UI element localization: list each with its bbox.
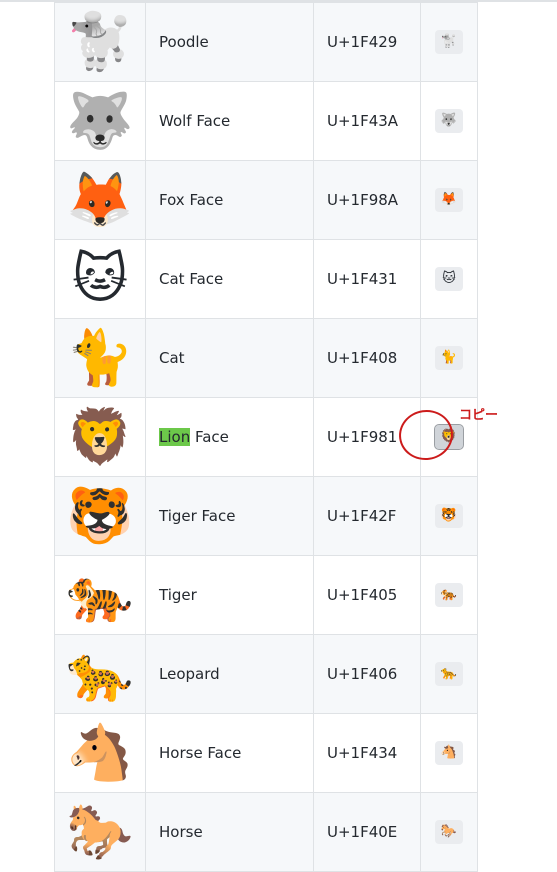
emoji-name: Cat bbox=[145, 318, 314, 398]
emoji-image-cell: 🐅 bbox=[54, 555, 146, 635]
emoji-image-cell: 🦊 bbox=[54, 160, 146, 240]
copy-cell: 🐴 bbox=[420, 713, 478, 793]
emoji-name: Tiger Face bbox=[145, 476, 314, 556]
copy-button[interactable]: 🐈 bbox=[435, 346, 463, 370]
emoji-image-cell: 🦁 bbox=[54, 397, 146, 477]
emoji-name: Cat Face bbox=[145, 239, 314, 319]
copy-cell: 🐈 bbox=[420, 318, 478, 398]
emoji-image-cell: 🐆 bbox=[54, 634, 146, 714]
tiger-face-icon: 🐯 bbox=[66, 484, 134, 547]
table-row: 🐆 Leopard U+1F406 🐆 bbox=[54, 634, 478, 714]
table-row: 🐎 Horse U+1F40E 🐎 bbox=[54, 792, 478, 872]
copy-button[interactable]: 🐴 bbox=[435, 741, 463, 765]
wolf-face-icon: 🐺 bbox=[66, 89, 134, 152]
copy-cell: 🐎 bbox=[420, 792, 478, 872]
annotation-copy-label: コピー bbox=[459, 408, 499, 423]
fox-face-icon: 🦊 bbox=[66, 168, 134, 231]
table-row: 🐯 Tiger Face U+1F42F 🐯 bbox=[54, 476, 478, 556]
emoji-image-cell: 🐴 bbox=[54, 713, 146, 793]
copy-button[interactable]: 🐆 bbox=[435, 662, 463, 686]
copy-cell: 🐅 bbox=[420, 555, 478, 635]
emoji-codepoint: U+1F406 bbox=[313, 634, 421, 714]
emoji-name: Lion Face bbox=[145, 397, 314, 477]
horse-icon: 🐎 bbox=[66, 800, 134, 863]
copy-cell: 🐩 bbox=[420, 2, 478, 82]
tiger-icon: 🐅 bbox=[66, 563, 134, 626]
copy-button[interactable]: 🐯 bbox=[435, 504, 463, 528]
copy-button[interactable]: 🐱 bbox=[435, 267, 463, 291]
table-row: 🐱 Cat Face U+1F431 🐱 bbox=[54, 239, 478, 319]
emoji-name: Poodle bbox=[145, 2, 314, 82]
emoji-image-cell: 🐎 bbox=[54, 792, 146, 872]
emoji-codepoint: U+1F434 bbox=[313, 713, 421, 793]
emoji-codepoint: U+1F431 bbox=[313, 239, 421, 319]
copy-cell: 🐆 bbox=[420, 634, 478, 714]
leopard-icon: 🐆 bbox=[66, 642, 134, 705]
table-row: 🐅 Tiger U+1F405 🐅 bbox=[54, 555, 478, 635]
lion-face-icon: 🦁 bbox=[66, 405, 134, 468]
cat-face-icon: 🐱 bbox=[71, 247, 129, 310]
emoji-codepoint: U+1F405 bbox=[313, 555, 421, 635]
emoji-name: Fox Face bbox=[145, 160, 314, 240]
copy-button[interactable]: 🐅 bbox=[435, 583, 463, 607]
copy-cell: 🐺 bbox=[420, 81, 478, 161]
copy-cell: 🐱 bbox=[420, 239, 478, 319]
copy-button[interactable]: 🐺 bbox=[435, 109, 463, 133]
copy-cell: 🐯 bbox=[420, 476, 478, 556]
copy-button[interactable]: 🦊 bbox=[435, 188, 463, 212]
table-row: 🐩 Poodle U+1F429 🐩 bbox=[54, 2, 478, 82]
emoji-image-cell: 🐺 bbox=[54, 81, 146, 161]
emoji-name-rest: Face bbox=[190, 428, 229, 446]
table-row: 🐴 Horse Face U+1F434 🐴 bbox=[54, 713, 478, 793]
emoji-name: Horse bbox=[145, 792, 314, 872]
emoji-codepoint: U+1F408 bbox=[313, 318, 421, 398]
emoji-codepoint: U+1F429 bbox=[313, 2, 421, 82]
emoji-image-cell: 🐱 bbox=[54, 239, 146, 319]
emoji-name: Leopard bbox=[145, 634, 314, 714]
poodle-icon: 🐩 bbox=[66, 10, 134, 73]
emoji-codepoint: U+1F98A bbox=[313, 160, 421, 240]
horse-face-icon: 🐴 bbox=[66, 721, 134, 784]
table-row: 🦊 Fox Face U+1F98A 🦊 bbox=[54, 160, 478, 240]
emoji-name: Tiger bbox=[145, 555, 314, 635]
emoji-name: Wolf Face bbox=[145, 81, 314, 161]
emoji-codepoint: U+1F43A bbox=[313, 81, 421, 161]
emoji-image-cell: 🐯 bbox=[54, 476, 146, 556]
emoji-codepoint: U+1F40E bbox=[313, 792, 421, 872]
emoji-image-cell: 🐩 bbox=[54, 2, 146, 82]
copy-cell: 🦊 bbox=[420, 160, 478, 240]
emoji-name: Horse Face bbox=[145, 713, 314, 793]
emoji-codepoint: U+1F42F bbox=[313, 476, 421, 556]
cat-icon: 🐈 bbox=[66, 326, 134, 389]
table-row: 🐈 Cat U+1F408 🐈 bbox=[54, 318, 478, 398]
copy-button[interactable]: 🐎 bbox=[435, 820, 463, 844]
search-highlight: Lion bbox=[159, 428, 191, 446]
table-row: 🐺 Wolf Face U+1F43A 🐺 bbox=[54, 81, 478, 161]
emoji-image-cell: 🐈 bbox=[54, 318, 146, 398]
copy-button[interactable]: 🐩 bbox=[435, 30, 463, 54]
